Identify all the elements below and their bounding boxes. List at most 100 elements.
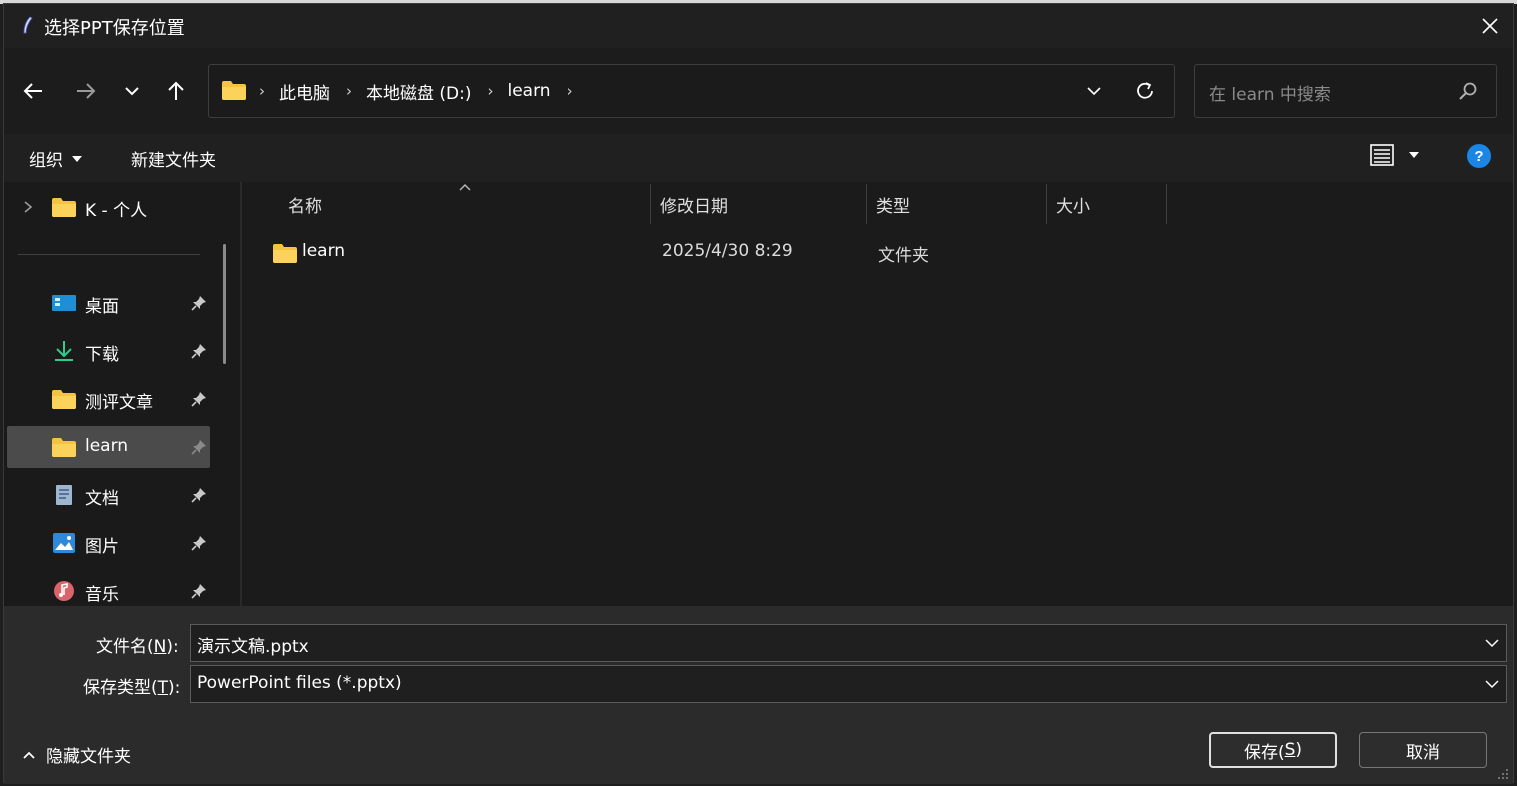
sidebar-item-label: 音乐 [85, 585, 119, 605]
sidebar-item-review-articles[interactable]: 测评文章 [7, 378, 210, 420]
save-dialog: 选择PPT保存位置 › 此电脑 › 本地磁盘 (D:) › learn › 在 … [3, 3, 1514, 784]
sidebar-item-label: K - 个人 [85, 201, 148, 221]
sidebar-item-music[interactable]: 音乐 [7, 570, 210, 606]
filename-field[interactable]: 演示文稿.pptx [190, 624, 1507, 662]
sidebar-item-label: 文档 [85, 489, 119, 509]
title-bar: 选择PPT保存位置 [4, 4, 1513, 48]
column-divider[interactable] [1166, 184, 1167, 224]
breadcrumb-separator[interactable]: › [567, 82, 573, 100]
sidebar-item-documents[interactable]: 文档 [7, 474, 210, 516]
chevron-down-icon[interactable] [1484, 676, 1500, 692]
up-arrow-icon [168, 81, 184, 100]
navigation-bar: › 此电脑 › 本地磁盘 (D:) › learn › 在 learn 中搜索 [4, 48, 1513, 134]
address-bar[interactable]: › 此电脑 › 本地磁盘 (D:) › learn › [208, 64, 1175, 118]
pin-icon[interactable] [191, 391, 207, 407]
nav-pane-scrollbar[interactable] [223, 244, 226, 364]
breadcrumb-drive-d[interactable]: 本地磁盘 (D:) [366, 79, 472, 104]
folder-icon [52, 198, 76, 217]
save-button[interactable]: 保存(S) [1209, 732, 1337, 768]
pictures-icon [53, 533, 75, 553]
pin-icon[interactable] [191, 583, 207, 599]
recent-locations-button[interactable] [117, 76, 147, 106]
filetype-label: 保存类型(T): [83, 678, 181, 698]
expand-chevron-icon[interactable] [23, 200, 33, 214]
desktop-icon [52, 295, 76, 311]
navigation-pane: K - 个人 桌面 下载 测评文章 learn 文档 图片 音乐 [4, 182, 240, 606]
document-icon [56, 485, 72, 505]
organize-button[interactable]: 组织 [29, 146, 83, 171]
details-view-icon [1370, 144, 1394, 166]
cancel-button[interactable]: 取消 [1359, 732, 1487, 768]
folder-icon [52, 390, 76, 409]
close-button[interactable] [1467, 4, 1513, 48]
column-header-size[interactable]: 大小 [1056, 182, 1090, 226]
breadcrumb-learn[interactable]: learn [508, 81, 551, 101]
help-button[interactable]: ? [1467, 144, 1491, 168]
caret-down-icon [72, 155, 82, 162]
forward-button[interactable] [71, 76, 101, 106]
table-row[interactable]: learn 2025/4/30 8:29 文件夹 [268, 238, 1168, 268]
filetype-select[interactable]: PowerPoint files (*.pptx) [190, 665, 1507, 703]
filetype-value: PowerPoint files (*.pptx) [197, 673, 402, 693]
back-button[interactable] [18, 76, 48, 106]
organize-label: 组织 [29, 151, 63, 171]
folder-icon [52, 438, 76, 457]
caret-down-icon [1409, 152, 1419, 158]
command-bar: 组织 新建文件夹 ? [4, 134, 1513, 182]
chevron-down-icon[interactable] [1484, 635, 1500, 651]
search-placeholder: 在 learn 中搜索 [1209, 85, 1331, 105]
pin-icon[interactable] [191, 487, 207, 503]
pin-icon[interactable] [191, 343, 207, 359]
file-modified-date: 2025/4/30 8:29 [662, 241, 793, 261]
sidebar-item-desktop[interactable]: 桌面 [7, 282, 210, 324]
nav-divider [18, 254, 200, 255]
window-title: 选择PPT保存位置 [44, 18, 185, 39]
pin-icon[interactable] [191, 439, 207, 455]
column-header-label: 修改日期 [660, 196, 728, 217]
address-history-chevron-icon[interactable] [1086, 81, 1102, 101]
pin-icon[interactable] [191, 295, 207, 311]
breadcrumb: › 此电脑 › 本地磁盘 (D:) › learn › [255, 65, 587, 117]
sidebar-item-label: 测评文章 [85, 393, 153, 413]
file-name: learn [302, 241, 346, 261]
column-divider[interactable] [866, 184, 867, 224]
sidebar-item-k-personal[interactable]: K - 个人 [7, 186, 210, 228]
column-divider[interactable] [1046, 184, 1047, 224]
breadcrumb-this-pc[interactable]: 此电脑 [279, 79, 330, 104]
sidebar-item-label: 下载 [85, 345, 119, 365]
column-header-modified[interactable]: 修改日期 [660, 182, 728, 226]
chevron-up-icon [23, 751, 35, 759]
save-options-panel: 文件名(N): 演示文稿.pptx 保存类型(T): PowerPoint fi… [4, 606, 1513, 784]
file-type: 文件夹 [878, 246, 929, 266]
column-header-name[interactable]: 名称 [288, 182, 322, 226]
refresh-icon[interactable] [1134, 80, 1156, 102]
sidebar-item-label: learn [85, 436, 129, 456]
breadcrumb-separator[interactable]: › [488, 82, 494, 100]
breadcrumb-separator[interactable]: › [259, 82, 265, 100]
filename-value: 演示文稿.pptx [197, 637, 309, 657]
folder-icon [273, 244, 297, 263]
hide-folders-label: 隐藏文件夹 [46, 747, 131, 767]
back-arrow-icon [23, 83, 42, 99]
hide-folders-toggle[interactable]: 隐藏文件夹 [22, 742, 131, 767]
pin-icon[interactable] [191, 535, 207, 551]
up-button[interactable] [161, 76, 191, 106]
sidebar-item-label: 桌面 [85, 297, 119, 317]
breadcrumb-separator[interactable]: › [346, 82, 352, 100]
search-box[interactable]: 在 learn 中搜索 [1194, 64, 1497, 118]
search-icon [1459, 82, 1477, 100]
sidebar-item-pictures[interactable]: 图片 [7, 522, 210, 564]
sort-ascending-icon [459, 184, 471, 191]
filename-label: 文件名(N): [96, 637, 179, 657]
change-view-button[interactable] [1370, 144, 1420, 166]
download-icon [55, 341, 73, 361]
quill-icon [23, 16, 33, 34]
column-header-type[interactable]: 类型 [876, 182, 910, 226]
sidebar-item-learn[interactable]: learn [7, 426, 210, 468]
resize-grip-icon[interactable] [1495, 766, 1509, 780]
column-header-label: 名称 [288, 196, 322, 217]
column-divider[interactable] [650, 184, 651, 224]
sidebar-item-downloads[interactable]: 下载 [7, 330, 210, 372]
new-folder-button[interactable]: 新建文件夹 [131, 146, 216, 171]
music-icon [54, 581, 74, 601]
